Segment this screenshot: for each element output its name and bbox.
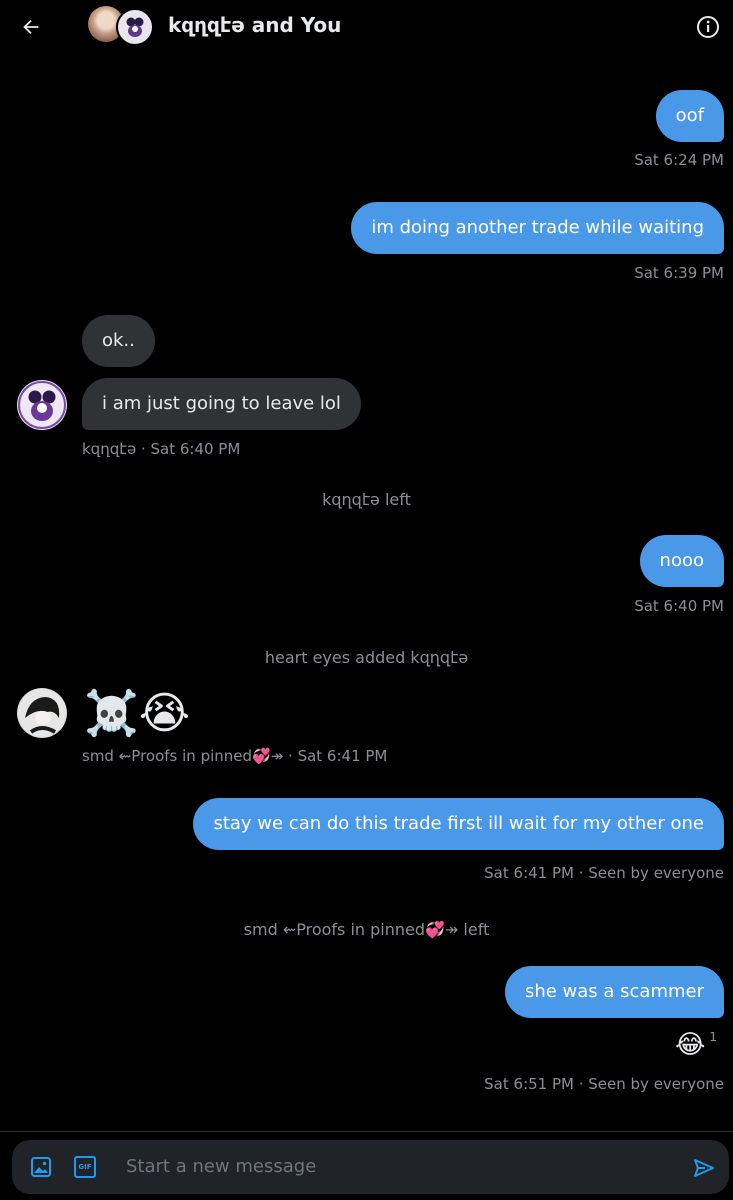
message-status: Sat 6:41 PM · Seen by everyone bbox=[484, 864, 724, 882]
message-timestamp: Sat 6:51 PM bbox=[484, 1075, 574, 1093]
message-composer: GIF bbox=[12, 1140, 729, 1194]
system-event: smd ⇜Proofs in pinned💞↠ left bbox=[243, 920, 490, 939]
message-timestamp: Sat 6:39 PM bbox=[634, 264, 724, 282]
sender-avatar[interactable] bbox=[17, 688, 67, 738]
reaction-count: 1 bbox=[709, 1030, 717, 1044]
system-event: kզղզէә left bbox=[322, 490, 411, 509]
composer-divider bbox=[0, 1131, 733, 1132]
message-reaction[interactable]: 😂 1 bbox=[675, 1030, 717, 1060]
message-sender-meta: kզղզէә · Sat 6:40 PM bbox=[82, 440, 241, 458]
reaction-emoji: 😂 bbox=[674, 1030, 706, 1060]
avatar-image bbox=[18, 381, 66, 429]
conversation-title[interactable]: kզղզէә and You bbox=[168, 13, 341, 37]
message-input[interactable] bbox=[126, 1140, 666, 1194]
message-bubble-sent[interactable]: stay we can do this trade first ill wait… bbox=[193, 798, 724, 850]
message-bubble-sent[interactable]: nooo bbox=[639, 535, 724, 587]
message-status: Sat 6:51 PM · Seen by everyone bbox=[484, 1075, 724, 1093]
participant-avatar bbox=[116, 8, 154, 46]
image-icon bbox=[31, 1157, 51, 1177]
add-gif-button[interactable]: GIF bbox=[74, 1156, 96, 1178]
message-bubble-sent[interactable]: she was a scammer bbox=[504, 966, 724, 1018]
message-bubble-sent[interactable]: oof bbox=[655, 90, 724, 142]
gif-icon: GIF bbox=[78, 1163, 92, 1171]
conversation-header: kզղզէә and You bbox=[0, 0, 733, 56]
system-event: heart eyes added kզղզէә bbox=[264, 648, 469, 667]
message-timestamp: Sat 6:41 PM bbox=[484, 864, 574, 882]
seen-status: · Seen by everyone bbox=[578, 864, 724, 882]
add-image-button[interactable] bbox=[30, 1156, 52, 1178]
seen-status: · Seen by everyone bbox=[578, 1075, 724, 1093]
message-bubble-sent[interactable]: im doing another trade while waiting bbox=[351, 202, 724, 254]
send-icon bbox=[694, 1159, 714, 1177]
emoji-message[interactable]: ☠️😭 bbox=[84, 686, 190, 742]
back-button[interactable] bbox=[14, 10, 48, 44]
conversation-info-button[interactable] bbox=[695, 14, 721, 40]
sender-avatar[interactable] bbox=[17, 380, 67, 430]
group-avatar[interactable] bbox=[88, 6, 154, 46]
message-timestamp: Sat 6:40 PM bbox=[634, 597, 724, 615]
send-button[interactable] bbox=[692, 1156, 716, 1180]
message-sender-meta: smd ⇜Proofs in pinned💞↠ · Sat 6:41 PM bbox=[82, 747, 388, 765]
message-bubble-received[interactable]: ok.. bbox=[82, 315, 155, 367]
avatar-image bbox=[18, 689, 66, 737]
message-timestamp: Sat 6:24 PM bbox=[634, 151, 724, 169]
info-icon bbox=[697, 16, 719, 38]
message-bubble-received[interactable]: i am just going to leave lol bbox=[82, 378, 361, 430]
back-arrow-icon bbox=[23, 19, 39, 35]
